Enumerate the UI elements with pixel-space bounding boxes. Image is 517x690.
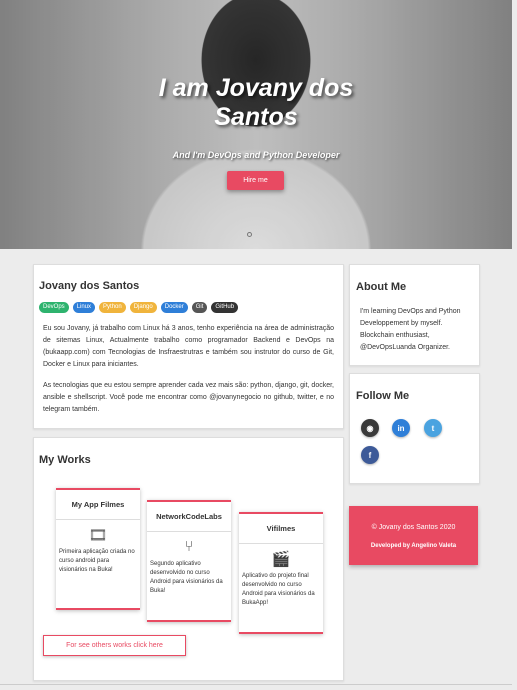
work-title: NetworkCodeLabs bbox=[147, 502, 231, 532]
hero-title: I am Jovany dos Santos bbox=[0, 74, 512, 132]
works-title: My Works bbox=[39, 454, 91, 466]
hire-me-button[interactable]: Hire me bbox=[227, 171, 284, 190]
follow-me-card: Follow Me ◉ in t f bbox=[349, 373, 480, 484]
footer-developer: Developed by Angelino Valeta bbox=[370, 543, 457, 549]
badge-django: Django bbox=[129, 302, 157, 313]
about-card: Jovany dos Santos DevOps Linux Python Dj… bbox=[33, 264, 344, 429]
footer-card: © Jovany dos Santos 2020 Developed by An… bbox=[349, 506, 478, 565]
badge-linux: Linux bbox=[72, 302, 96, 313]
badge-git: Git bbox=[191, 302, 208, 313]
hero-title-line2: Santos bbox=[214, 103, 298, 131]
work-card[interactable]: NetworkCodeLabs ⑂ Segundo aplicativo des… bbox=[147, 500, 231, 622]
work-title: My App Filmes bbox=[56, 490, 140, 520]
see-more-works-button[interactable]: For see others works click here bbox=[43, 635, 186, 656]
works-card: My Works My App Filmes 🎞 Primeira aplica… bbox=[33, 437, 344, 681]
hero-subtitle: And I'm DevOps and Python Developer bbox=[172, 150, 340, 160]
badge-devops: DevOps bbox=[39, 302, 69, 313]
scroll-indicator bbox=[247, 232, 252, 237]
skill-badges: DevOps Linux Python Django Docker Git Gi… bbox=[39, 302, 239, 313]
work-card[interactable]: Vifilmes 🎬 Aplicativo do projeto final d… bbox=[239, 512, 323, 634]
github-icon[interactable]: ◉ bbox=[361, 419, 379, 437]
clapper-icon: 🎬 bbox=[271, 551, 291, 568]
film-icon: 🎞 bbox=[88, 527, 108, 544]
bottom-divider bbox=[0, 684, 512, 685]
badge-docker: Docker bbox=[160, 302, 188, 313]
about-me-title: About Me bbox=[356, 281, 407, 293]
about-paragraph-1: Eu sou Jovany, já trabalho com Linux há … bbox=[43, 325, 334, 368]
work-card[interactable]: My App Filmes 🎞 Primeira aplicação criad… bbox=[56, 488, 140, 610]
linkedin-icon[interactable]: in bbox=[392, 419, 410, 437]
hero-title-line1: I am Jovany dos bbox=[158, 74, 354, 102]
about-paragraph-2: As tecnologias que eu estou sempre apren… bbox=[43, 382, 334, 413]
work-description: Primeira aplicação criada no curso andro… bbox=[59, 549, 135, 573]
badge-github: GitHub bbox=[211, 302, 239, 313]
facebook-icon[interactable]: f bbox=[361, 446, 379, 464]
follow-me-title: Follow Me bbox=[356, 390, 410, 402]
hero-banner: I am Jovany dos Santos And I'm DevOps an… bbox=[0, 0, 512, 249]
work-title: Vifilmes bbox=[239, 514, 323, 544]
fork-icon: ⑂ bbox=[184, 538, 194, 555]
profile-name: Jovany dos Santos bbox=[39, 280, 140, 292]
work-description: Aplicativo do projeto final desenvolvido… bbox=[242, 573, 315, 606]
about-me-card: About Me I'm learning DevOps and Python … bbox=[349, 264, 480, 366]
work-description: Segundo aplicativo desenvolvido no curso… bbox=[150, 561, 223, 594]
badge-python: Python bbox=[99, 302, 126, 313]
twitter-icon[interactable]: t bbox=[424, 419, 442, 437]
about-me-text: I'm learning DevOps and Python Developpe… bbox=[360, 308, 461, 351]
footer-copyright: © Jovany dos Santos 2020 bbox=[371, 524, 456, 531]
